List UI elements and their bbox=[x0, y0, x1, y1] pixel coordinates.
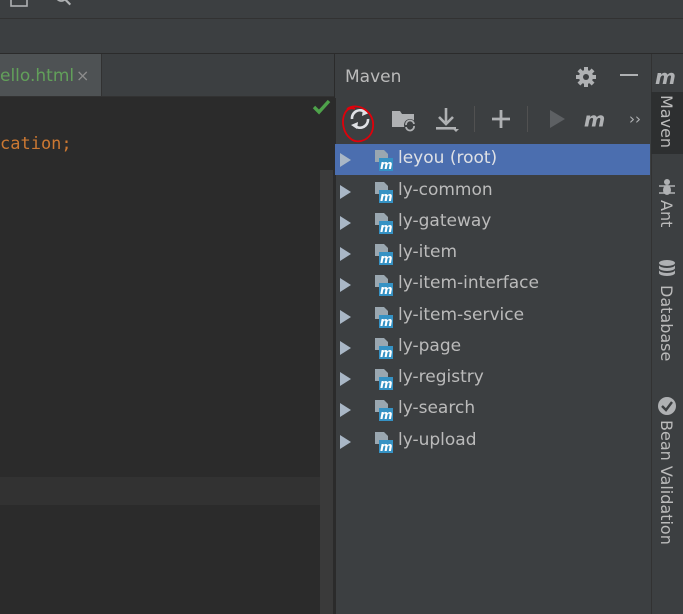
editor-scrollbar[interactable] bbox=[320, 170, 333, 614]
svg-text:m: m bbox=[380, 346, 393, 359]
maven-goal-icon[interactable]: m bbox=[583, 105, 611, 133]
expand-arrow-icon[interactable] bbox=[340, 403, 351, 417]
maven-module-icon: m bbox=[375, 338, 393, 359]
svg-text:m: m bbox=[655, 66, 676, 88]
tree-row-label: ly-item bbox=[398, 242, 458, 262]
tree-row-ly-item-interface[interactable]: m ly-item-interface bbox=[335, 269, 650, 300]
svg-text:m: m bbox=[380, 377, 393, 390]
maven-module-icon: m bbox=[375, 150, 393, 171]
tree-row-ly-item[interactable]: m ly-item bbox=[335, 238, 650, 269]
tree-row-label: leyou (root) bbox=[398, 148, 498, 168]
bean-validation-icon bbox=[658, 397, 676, 415]
download-sources-icon[interactable] bbox=[433, 105, 461, 133]
search-icon[interactable] bbox=[55, 0, 73, 8]
red-annotation-circle bbox=[342, 105, 374, 143]
svg-text:m: m bbox=[380, 252, 393, 265]
svg-text:m: m bbox=[380, 440, 393, 453]
svg-text:m: m bbox=[380, 408, 393, 421]
side-tab-ant[interactable]: Ant bbox=[657, 200, 676, 227]
maven-icon: m bbox=[655, 66, 676, 88]
expand-arrow-icon[interactable] bbox=[340, 435, 351, 449]
code-line: cation; bbox=[0, 134, 72, 154]
svg-text:m: m bbox=[584, 107, 605, 131]
maven-module-icon: m bbox=[375, 432, 393, 453]
navigation-bar bbox=[0, 19, 683, 54]
maven-module-icon: m bbox=[375, 244, 393, 265]
toolbar-separator bbox=[527, 106, 528, 132]
expand-arrow-icon[interactable] bbox=[340, 310, 351, 324]
window-icon[interactable] bbox=[10, 0, 28, 8]
tree-row-ly-upload[interactable]: m ly-upload bbox=[335, 426, 650, 457]
minimize-icon[interactable] bbox=[620, 74, 638, 76]
side-tab-maven[interactable]: Maven bbox=[657, 95, 676, 148]
add-project-icon[interactable] bbox=[487, 105, 515, 133]
inspection-ok-icon[interactable] bbox=[312, 98, 332, 116]
maven-module-icon: m bbox=[375, 213, 393, 234]
svg-text:m: m bbox=[380, 158, 393, 171]
expand-arrow-icon[interactable] bbox=[340, 247, 351, 261]
expand-arrow-icon[interactable] bbox=[340, 216, 351, 230]
tree-row-label: ly-search bbox=[398, 398, 476, 418]
maven-module-icon: m bbox=[375, 369, 393, 390]
tree-row-ly-search[interactable]: m ly-search bbox=[335, 394, 650, 425]
ide-top-toolbar bbox=[0, 0, 683, 19]
tree-row-leyou[interactable]: m leyou (root) bbox=[335, 144, 650, 175]
maven-module-icon: m bbox=[375, 307, 393, 328]
maven-module-icon: m bbox=[375, 182, 393, 203]
close-tab-icon[interactable]: × bbox=[76, 66, 89, 85]
ant-icon bbox=[659, 179, 675, 195]
editor-tab-label[interactable]: ello.html bbox=[0, 66, 74, 86]
toolbar-separator bbox=[474, 106, 475, 132]
tree-row-ly-page[interactable]: m ly-page bbox=[335, 332, 650, 363]
side-tab-bean-validation[interactable]: Bean Validation bbox=[657, 420, 676, 545]
tree-row-label: ly-registry bbox=[398, 367, 484, 387]
toolbar-overflow-icon[interactable]: ›› bbox=[629, 110, 641, 128]
code-identifier: cation bbox=[0, 134, 62, 154]
gear-icon[interactable] bbox=[575, 66, 597, 88]
svg-text:m: m bbox=[380, 315, 393, 328]
tree-row-ly-registry[interactable]: m ly-registry bbox=[335, 363, 650, 394]
side-tab-database[interactable]: Database bbox=[657, 285, 676, 361]
svg-text:m: m bbox=[380, 190, 393, 203]
current-line-highlight bbox=[0, 477, 320, 505]
tree-row-label: ly-item-service bbox=[398, 305, 525, 325]
maven-module-icon: m bbox=[375, 400, 393, 421]
svg-text:m: m bbox=[380, 221, 393, 234]
tree-row-ly-gateway[interactable]: m ly-gateway bbox=[335, 207, 650, 238]
tree-row-label: ly-upload bbox=[398, 430, 477, 450]
expand-arrow-icon[interactable] bbox=[340, 372, 351, 386]
code-punctuation: ; bbox=[61, 134, 72, 154]
tree-row-label: ly-item-interface bbox=[398, 273, 539, 293]
tree-row-ly-common[interactable]: m ly-common bbox=[335, 176, 650, 207]
expand-arrow-icon[interactable] bbox=[340, 341, 351, 355]
tree-row-label: ly-common bbox=[398, 180, 493, 200]
generate-sources-icon[interactable] bbox=[390, 105, 418, 133]
expand-arrow-icon[interactable] bbox=[340, 278, 351, 292]
code-editor[interactable] bbox=[0, 97, 334, 614]
maven-panel-title: Maven bbox=[345, 67, 402, 87]
maven-module-icon: m bbox=[375, 275, 393, 296]
tree-row-ly-item-service[interactable]: m ly-item-service bbox=[335, 301, 650, 332]
svg-text:m: m bbox=[380, 283, 393, 296]
tree-row-label: ly-page bbox=[398, 336, 462, 356]
expand-arrow-icon[interactable] bbox=[340, 153, 351, 167]
database-icon bbox=[659, 260, 675, 276]
expand-arrow-icon[interactable] bbox=[340, 185, 351, 199]
tree-row-label: ly-gateway bbox=[398, 211, 492, 231]
run-icon[interactable] bbox=[543, 105, 571, 133]
